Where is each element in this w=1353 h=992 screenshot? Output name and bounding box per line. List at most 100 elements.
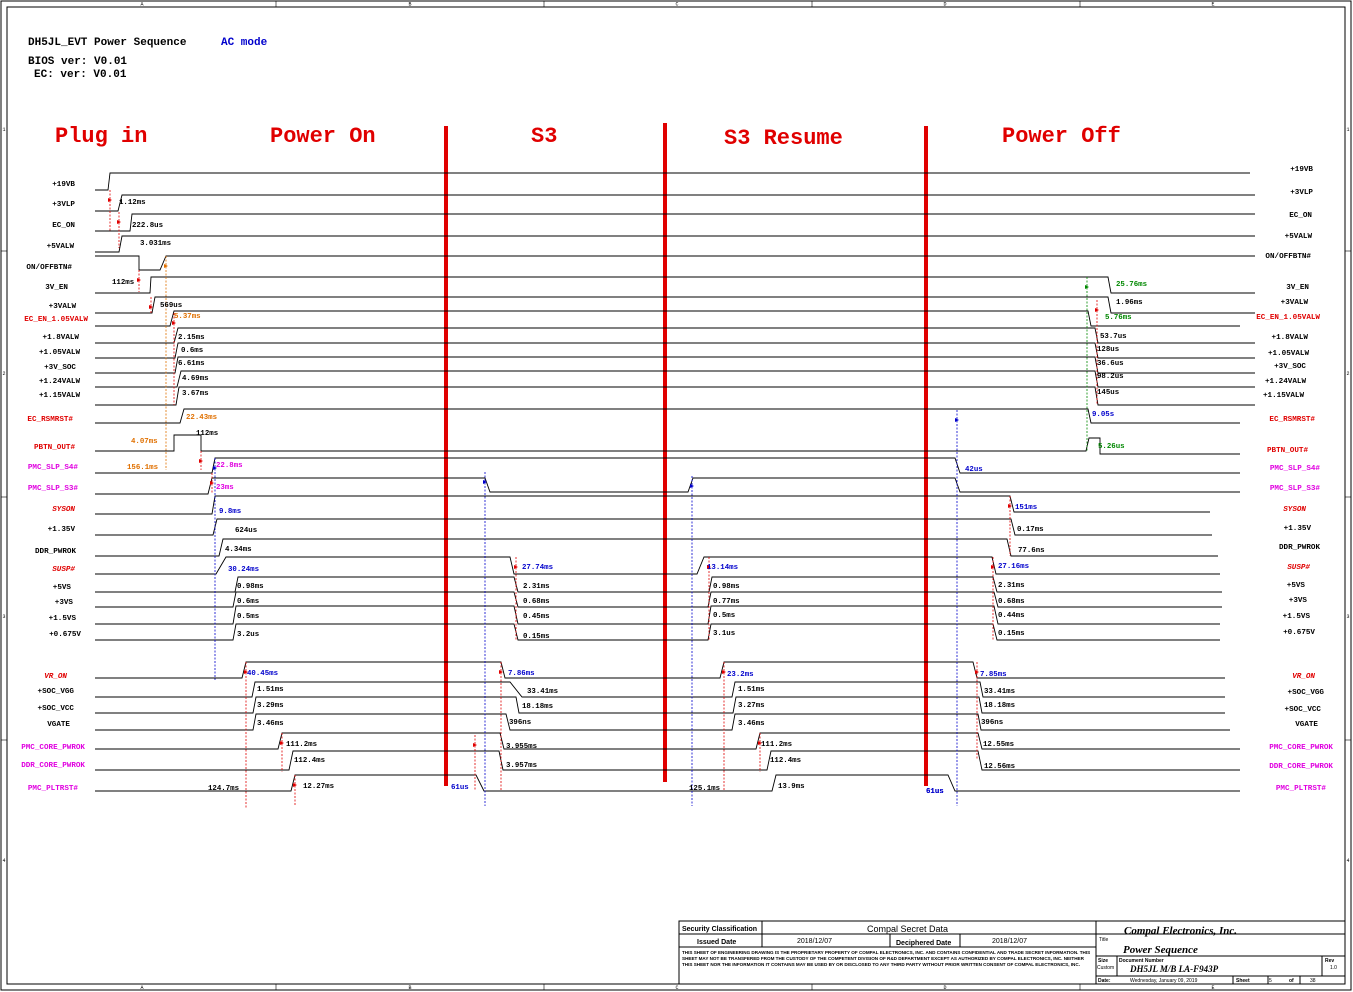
signal-label-right-3vlp: +3VLP (1290, 189, 1313, 197)
signal-label-right-pmc-pltrst: PMC_PLTRST# (1276, 785, 1327, 793)
timing-annotation: 1.12ms (119, 199, 146, 207)
signal-label-ddr-pwrok: DDR_PWROK (35, 548, 76, 556)
timing-annotation: 0.98ms (237, 583, 264, 591)
signal-labels-left: +19VB +3VLP EC_ON +5VALW ON/OFFBTN# 3V_EN +3VA… (21, 181, 88, 793)
signal-label-pmc-pltrst: PMC_PLTRST# (28, 785, 79, 793)
timing-annotation: 3.67ms (182, 390, 209, 398)
timing-annotation: 112ms (112, 279, 134, 287)
timing-annotation: 3.46ms (257, 720, 284, 728)
waveform-ec-on (95, 213, 1255, 232)
deciphered-label: Deciphered Date (896, 940, 951, 947)
waveform-ec-rsmrst (95, 408, 1240, 424)
waveform-5valw (95, 235, 1255, 253)
timing-annotation: 4.34ms (225, 546, 252, 554)
ec-version: EC: ver: V0.01 (34, 69, 127, 81)
waveform-1-8valw (95, 327, 1255, 344)
signal-label-right-pmc-core-pwrok: PMC_CORE_PWROK (1269, 744, 1333, 752)
border-col-label: B (408, 2, 411, 8)
timing-annotation: 5.76ms (1105, 314, 1132, 322)
waveform-syson (95, 495, 1210, 515)
timing-annotation: 3.955ms (506, 743, 537, 751)
signal-label-ddr-core-pwrok: DDR_CORE_PWROK (21, 762, 85, 770)
date-value: Wednesday, January 09, 2019 (1130, 978, 1198, 984)
signal-label-3v-en: 3V_EN (45, 284, 68, 292)
border-col-label: D (943, 985, 946, 991)
signal-label-19vb: +19VB (52, 181, 75, 189)
company-name: Compal Electronics, Inc. (1124, 925, 1237, 937)
timing-annotation: 222.8us (132, 222, 163, 230)
signal-label-right-ddr-pwrok: DDR_PWROK (1279, 544, 1320, 552)
border-row-label: 1 (2, 127, 5, 133)
signal-label-right-vgate: VGATE (1295, 721, 1318, 729)
timing-annotation: 1.51ms (257, 686, 284, 694)
timing-annotation: 0.44ms (998, 612, 1025, 620)
waveform-1-35v (95, 518, 1212, 536)
timing-annotation: 3.1us (713, 630, 735, 638)
signal-label-right-1-05valw: +1.05VALW (1268, 350, 1309, 358)
outer-border (0, 0, 1352, 991)
timing-annotation: 1.96ms (1116, 299, 1143, 307)
signal-label-right-pbtn-out: PBTN_OUT# (1267, 447, 1308, 455)
waveform-pmc-core-pwrok (95, 732, 1240, 750)
date-label: Date: (1098, 978, 1111, 984)
timing-annotation: 18.18ms (522, 703, 553, 711)
timing-annotation: 124.7ms (208, 785, 239, 793)
waveform-pmc-slp-s4 (95, 457, 1240, 474)
border-col-label: B (408, 985, 411, 991)
signal-label-right-1-8valw: +1.8VALW (1272, 334, 1309, 342)
signal-label-1-8valw: +1.8VALW (43, 334, 80, 342)
timing-annotation: 23ms (216, 484, 234, 492)
timing-annotation: 40.45ms (247, 670, 278, 678)
timing-annotation: 77.6ns (1018, 547, 1045, 555)
signal-label-right-on-offbtn: ON/OFFBTN# (1265, 253, 1311, 261)
signal-label-right-0-675v: +0.675V (1283, 629, 1315, 637)
border-row-label: 3 (2, 614, 5, 620)
border-col-label: A (140, 2, 143, 8)
signal-label-right-5valw: +5VALW (1285, 233, 1313, 241)
mode-label: AC mode (221, 37, 268, 49)
timing-annotation: 112.4ms (770, 757, 801, 765)
signal-label-0-675v: +0.675V (49, 631, 81, 639)
waveform-pbtn-out (95, 434, 1240, 455)
timing-annotation: 1.51ms (738, 686, 765, 694)
waveform-on-offbtn (95, 255, 1255, 271)
phase-power-on: Power On (270, 124, 376, 149)
signal-label-right-1-5vs: +1.5VS (1283, 613, 1311, 621)
bios-version: BIOS ver: V0.01 (28, 56, 127, 68)
issued-label: Issued Date (697, 939, 736, 946)
issued-value: 2018/12/07 (797, 938, 832, 945)
timing-annotation: 98.2us (1097, 373, 1124, 381)
signal-label-right-3valw: +3VALW (1281, 299, 1309, 307)
timing-annotation: 0.68ms (998, 598, 1025, 606)
timing-annotation: 9.8ms (219, 508, 241, 516)
timing-annotation: 22.8ms (216, 462, 243, 470)
signal-label-syson: SYSON (52, 506, 75, 514)
signal-label-right-pmc-slp-s3: PMC_SLP_S3# (1270, 485, 1321, 493)
waveform-ddr-core-pwrok (95, 750, 1240, 771)
timing-annotation: 156.1ms (127, 464, 158, 472)
timing-annotation: 12.55ms (983, 741, 1014, 749)
border-col-label: E (1211, 985, 1214, 991)
size-label: Size (1098, 958, 1108, 964)
signal-label-pbtn-out: PBTN_OUT# (34, 444, 75, 452)
signal-label-5valw: +5VALW (47, 243, 75, 251)
waveform-3vs (95, 591, 1222, 608)
timing-annotation: 3.031ms (140, 240, 171, 248)
timing-annotation: 0.98ms (713, 583, 740, 591)
inner-border (6, 6, 1346, 985)
timing-annotation: 13.9ms (778, 783, 805, 791)
waveform-ddr-pwrok (95, 538, 1218, 557)
timing-annotation: 5.37ms (174, 313, 201, 321)
waveform-1-15valw (95, 386, 1255, 406)
diagram-title: DH5JL_EVT Power Sequence (28, 37, 187, 49)
timing-annotation: 61us (926, 788, 944, 796)
signal-label-right-1-24valw: +1.24VALW (1265, 378, 1306, 386)
border-col-label: D (943, 2, 946, 8)
timing-annotation: 23.2ms (727, 671, 754, 679)
timing-annotation: 3.29ms (257, 702, 284, 710)
signal-label-right-ddr-core-pwrok: DDR_CORE_PWROK (1269, 763, 1333, 771)
signal-label-pmc-core-pwrok: PMC_CORE_PWROK (21, 744, 85, 752)
timing-annotation: 7.86ms (508, 670, 535, 678)
waveform-ec-en-1-05valw (95, 310, 1240, 327)
timing-annotation: 2.15ms (178, 334, 205, 342)
